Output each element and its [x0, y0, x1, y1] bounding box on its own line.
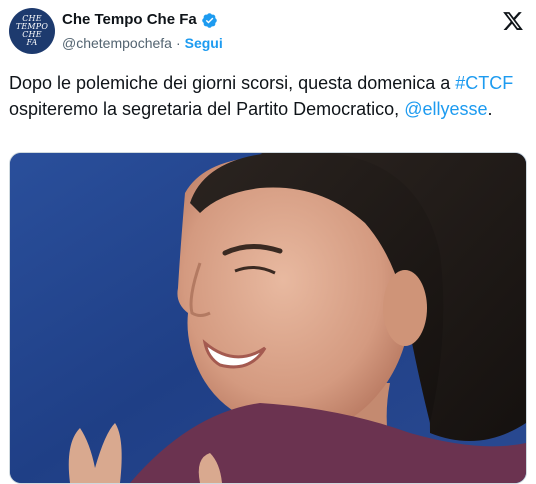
tweet-photo[interactable] [9, 152, 527, 484]
tweet-text-end: . [487, 99, 493, 119]
avatar-logo-text: CHE TEMPO CHE FA [15, 14, 49, 47]
display-name[interactable]: Che Tempo Che Fa [62, 11, 197, 29]
separator: · [175, 35, 181, 51]
tweet-text-part2: ospiteremo la segretaria del Partito Dem… [9, 99, 405, 119]
photo-illustration [10, 153, 526, 483]
x-logo-icon[interactable] [502, 10, 524, 32]
verified-badge-icon [201, 12, 217, 28]
hashtag-link[interactable]: #CTCF [455, 73, 513, 93]
mention-link[interactable]: @ellyesse [404, 99, 487, 119]
avatar[interactable]: CHE TEMPO CHE FA [9, 8, 55, 54]
tweet-header: CHE TEMPO CHE FA Che Tempo Che Fa @chete… [0, 0, 536, 62]
tweet-text-part1: Dopo le polemiche dei giorni scorsi, que… [9, 73, 456, 93]
tweet-text: Dopo le polemiche dei giorni scorsi, que… [9, 70, 529, 122]
follow-button[interactable]: Segui [185, 34, 223, 52]
handle-row: @chetempochefa · Segui [62, 34, 223, 52]
handle[interactable]: @chetempochefa [62, 34, 172, 52]
name-row: Che Tempo Che Fa [62, 11, 218, 29]
